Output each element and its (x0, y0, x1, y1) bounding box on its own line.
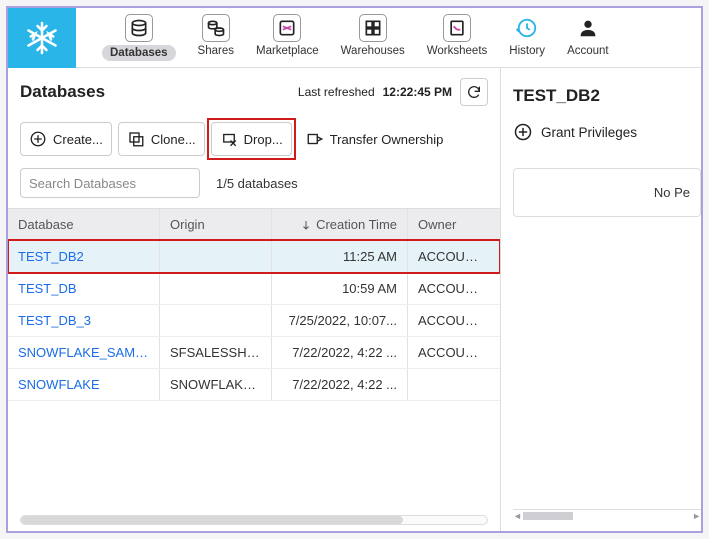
plus-circle-icon (513, 122, 533, 142)
clone-icon (127, 130, 145, 148)
nav-shares[interactable]: Shares (198, 14, 234, 61)
detail-title: TEST_DB2 (513, 80, 701, 118)
grant-privileges-button[interactable]: Grant Privileges (513, 118, 701, 158)
databases-table: Database Origin Creation Time Owner TEST… (8, 208, 500, 515)
grant-label: Grant Privileges (541, 125, 637, 140)
cell-owner: ACCOUNTAD (408, 273, 494, 304)
header-creation-time[interactable]: Creation Time (272, 209, 408, 240)
page-header: Databases Last refreshed 12:22:45 PM (8, 68, 500, 116)
detail-panel: TEST_DB2 Grant Privileges No Pe ◄ ► (501, 68, 701, 531)
toolbar: Create... Clone... Drop... Transfer Owne… (8, 116, 500, 164)
shares-icon (202, 14, 230, 42)
sort-down-icon (300, 219, 312, 231)
main-panel: Databases Last refreshed 12:22:45 PM Cre… (8, 68, 501, 531)
page-title: Databases (20, 82, 105, 102)
cell-creation: 7/22/2022, 4:22 ... (272, 337, 408, 368)
cell-creation: 7/25/2022, 10:07... (272, 305, 408, 336)
cell-origin: SFSALESSHAR... (160, 337, 272, 368)
table-row[interactable]: SNOWFLAKE SNOWFLAKE.A... 7/22/2022, 4:22… (8, 369, 500, 401)
snowflake-icon (24, 20, 60, 56)
detail-horizontal-scrollbar[interactable]: ◄ ► (513, 509, 701, 523)
cell-owner: ACCOUNTAD (408, 305, 494, 336)
worksheets-icon (443, 14, 471, 42)
cell-database: SNOWFLAKE_SAMPL... (8, 337, 160, 368)
app-frame: Databases Shares Marketplace Warehouses … (6, 6, 703, 533)
result-count: 1/5 databases (216, 176, 298, 191)
nav-account[interactable]: Account (567, 14, 609, 61)
refresh-icon (466, 84, 482, 100)
history-icon (513, 14, 541, 42)
clone-button[interactable]: Clone... (118, 122, 205, 156)
nav-label: Warehouses (341, 45, 405, 57)
create-label: Create... (53, 132, 103, 147)
top-nav: Databases Shares Marketplace Warehouses … (8, 8, 701, 68)
cell-owner: ACCOUNTAD (408, 241, 494, 272)
nav-label: Databases (102, 45, 176, 61)
nav-marketplace[interactable]: Marketplace (256, 14, 319, 61)
clone-label: Clone... (151, 132, 196, 147)
refresh-label: Last refreshed (298, 85, 375, 99)
header-origin[interactable]: Origin (160, 209, 272, 240)
header-owner[interactable]: Owner (408, 209, 494, 240)
cell-database: TEST_DB_3 (8, 305, 160, 336)
transfer-icon (306, 130, 324, 148)
plus-circle-icon (29, 130, 47, 148)
cell-origin (160, 273, 272, 304)
table-header: Database Origin Creation Time Owner (8, 208, 500, 241)
search-input[interactable] (20, 168, 200, 198)
marketplace-icon (273, 14, 301, 42)
nav-worksheets[interactable]: Worksheets (427, 14, 488, 61)
nav-label: Account (567, 45, 609, 57)
account-icon (574, 14, 602, 42)
refresh-button[interactable] (460, 78, 488, 106)
create-button[interactable]: Create... (20, 122, 112, 156)
snowflake-logo[interactable] (8, 8, 76, 68)
nav-label: Marketplace (256, 45, 319, 57)
cell-creation: 7/22/2022, 4:22 ... (272, 369, 408, 400)
cell-creation: 11:25 AM (272, 241, 408, 272)
nav-databases[interactable]: Databases (102, 14, 176, 61)
table-row[interactable]: TEST_DB 10:59 AM ACCOUNTAD (8, 273, 500, 305)
cell-origin (160, 305, 272, 336)
nav-warehouses[interactable]: Warehouses (341, 14, 405, 61)
nav-items: Databases Shares Marketplace Warehouses … (76, 14, 635, 61)
nav-label: History (509, 45, 545, 57)
cell-owner: ACCOUNTAD (408, 337, 494, 368)
horizontal-scrollbar[interactable] (8, 515, 500, 531)
table-row[interactable]: TEST_DB2 11:25 AM ACCOUNTAD (8, 241, 500, 273)
privileges-box: No Pe (513, 168, 701, 217)
cell-origin: SNOWFLAKE.A... (160, 369, 272, 400)
header-database[interactable]: Database (8, 209, 160, 240)
cell-database: TEST_DB2 (8, 241, 160, 272)
database-icon (125, 14, 153, 42)
cell-creation: 10:59 AM (272, 273, 408, 304)
refresh-info: Last refreshed 12:22:45 PM (298, 78, 488, 106)
cell-owner (408, 369, 494, 400)
filter-row: 1/5 databases (8, 164, 500, 208)
nav-history[interactable]: History (509, 14, 545, 61)
transfer-ownership-button[interactable]: Transfer Ownership (298, 122, 452, 156)
transfer-label: Transfer Ownership (330, 132, 444, 147)
warehouses-icon (359, 14, 387, 42)
cell-origin (160, 241, 272, 272)
content-area: Databases Last refreshed 12:22:45 PM Cre… (8, 68, 701, 531)
table-row[interactable]: TEST_DB_3 7/25/2022, 10:07... ACCOUNTAD (8, 305, 500, 337)
drop-icon (220, 130, 238, 148)
drop-button[interactable]: Drop... (211, 122, 292, 156)
nav-label: Shares (198, 45, 234, 57)
cell-database: SNOWFLAKE (8, 369, 160, 400)
table-row[interactable]: SNOWFLAKE_SAMPL... SFSALESSHAR... 7/22/2… (8, 337, 500, 369)
nav-label: Worksheets (427, 45, 488, 57)
cell-database: TEST_DB (8, 273, 160, 304)
refresh-time: 12:22:45 PM (383, 85, 452, 99)
drop-label: Drop... (244, 132, 283, 147)
